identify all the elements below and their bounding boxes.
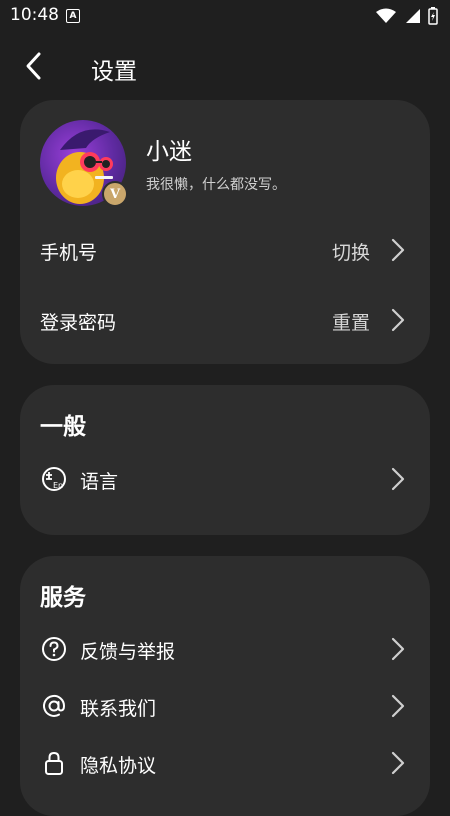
service-card: 服务 反馈与举报 联系我们 隐私协议 (20, 556, 430, 816)
phone-switch-value: 切换 (331, 242, 370, 264)
battery-icon (428, 7, 438, 25)
chevron-right-icon (391, 308, 405, 332)
status-icons (376, 7, 438, 25)
notification-icon: A (66, 9, 80, 23)
chevron-right-icon (391, 751, 405, 775)
chevron-right-icon (391, 637, 405, 661)
question-circle-icon (42, 637, 66, 661)
general-section-title: 一般 (40, 414, 86, 440)
wifi-icon (376, 8, 396, 23)
signal-icon (406, 9, 420, 23)
language-icon: En (42, 467, 66, 491)
general-card: 一般 En 语言 (20, 385, 430, 535)
username: 小迷 (146, 139, 192, 165)
svg-text:En: En (53, 481, 63, 490)
chevron-right-icon (391, 238, 405, 262)
language-label: 语言 (80, 471, 119, 493)
at-sign-icon (43, 694, 66, 717)
user-bio: 我很懒，什么都没写。 (146, 177, 286, 193)
privacy-label: 隐私协议 (80, 755, 157, 777)
back-button[interactable] (16, 46, 52, 86)
password-reset-value: 重置 (331, 312, 370, 334)
contact-label: 联系我们 (80, 698, 157, 720)
feedback-label: 反馈与举报 (80, 641, 176, 663)
status-bar: 10:48 A (0, 0, 450, 32)
page-title: 设置 (91, 59, 137, 85)
feedback-row[interactable]: 反馈与举报 (20, 627, 430, 671)
phone-row[interactable]: 手机号 切换 (20, 228, 430, 272)
password-row[interactable]: 登录密码 重置 (20, 298, 430, 342)
chevron-left-icon (26, 52, 41, 80)
chevron-right-icon (391, 467, 405, 491)
header: 设置 (0, 40, 450, 92)
vip-badge: V (102, 181, 128, 207)
privacy-row[interactable]: 隐私协议 (20, 741, 430, 785)
language-row[interactable]: En 语言 (20, 457, 430, 501)
lock-icon (45, 751, 63, 775)
chevron-right-icon (391, 694, 405, 718)
phone-label: 手机号 (40, 242, 98, 264)
service-section-title: 服务 (40, 585, 86, 611)
status-time: 10:48 (10, 5, 59, 25)
password-label: 登录密码 (40, 312, 117, 334)
contact-row[interactable]: 联系我们 (20, 684, 430, 728)
profile-card: V 小迷 我很懒，什么都没写。 手机号 切换 登录密码 重置 (20, 100, 430, 364)
